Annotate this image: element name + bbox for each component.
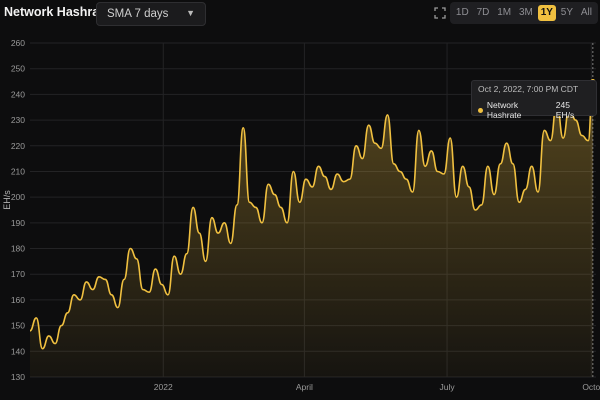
tooltip-date: Oct 2, 2022, 7:00 PM CDT	[478, 84, 579, 94]
series-dot-icon	[478, 107, 483, 113]
x-tick-label: Octo	[582, 382, 600, 392]
y-tick-label: 260	[11, 38, 25, 48]
y-tick-label: 240	[11, 89, 25, 99]
chart-plot[interactable]: 130 140 150 160 170 180 190 200 210 220 230 240 250 2…	[0, 0, 600, 400]
x-tick-label: April	[296, 382, 313, 392]
y-tick-label: 140	[11, 346, 25, 356]
y-tick-label: 170	[11, 269, 25, 279]
y-tick-label: 230	[11, 115, 25, 125]
y-tick-label: 200	[11, 192, 25, 202]
series-area	[30, 81, 593, 377]
y-tick-label: 190	[11, 218, 25, 228]
y-tick-label: 220	[11, 141, 25, 151]
y-axis-label: EH/s	[2, 190, 12, 210]
x-tick-label: 2022	[154, 382, 173, 392]
tooltip-series: Network Hashrate	[486, 100, 522, 120]
y-tick-label: 130	[11, 372, 25, 382]
chart-tooltip: Oct 2, 2022, 7:00 PM CDT Network Hashrat…	[471, 80, 597, 120]
y-tick-label: 150	[11, 321, 25, 331]
y-tick-label: 160	[11, 295, 25, 305]
tooltip-value: 245 EH/s	[555, 100, 575, 120]
y-tick-label: 210	[11, 166, 25, 176]
y-tick-label: 180	[11, 244, 25, 254]
y-tick-label: 250	[11, 64, 25, 74]
x-tick-label: July	[439, 382, 455, 392]
